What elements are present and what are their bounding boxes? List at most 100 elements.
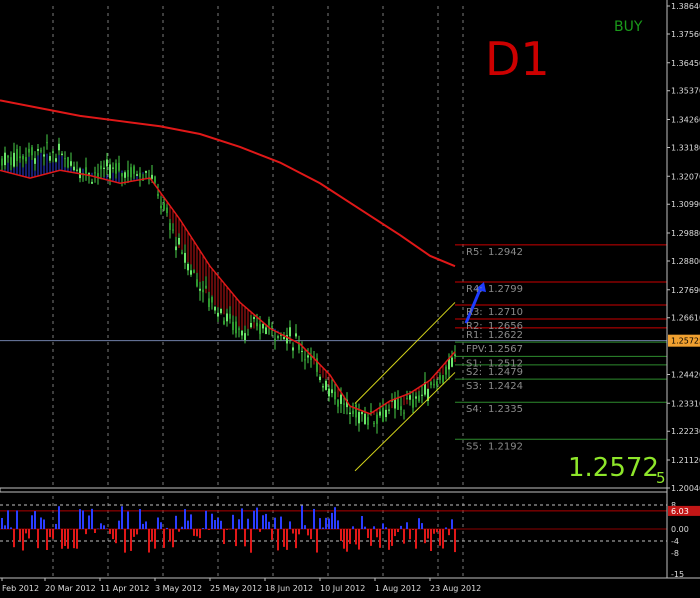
time-tick-label: 20 Mar 2012 — [45, 584, 96, 593]
time-tick-label: 18 Jun 2012 — [265, 584, 313, 593]
osc-tick-label: 0.00 — [671, 525, 689, 534]
price-tick-label: 1.35370 — [671, 87, 700, 96]
candle-body — [91, 181, 93, 184]
price-tick-label: 1.37560 — [671, 30, 700, 39]
price-tick-label: 1.28800 — [671, 257, 700, 266]
candle-body — [223, 320, 225, 325]
price-tick-label: 1.22230 — [671, 427, 700, 436]
candle-body — [118, 162, 120, 171]
pivot-label-name: FPV: — [466, 344, 487, 355]
time-tick-label: 10 Jul 2012 — [320, 584, 365, 593]
candle-body — [379, 411, 381, 416]
candle-body — [202, 289, 204, 293]
candle-body — [334, 391, 336, 400]
candle-body — [361, 411, 363, 415]
candle-body — [301, 350, 303, 352]
candle-body — [85, 167, 87, 174]
candle-body — [337, 400, 339, 407]
osc-tick-label: 6.03 — [671, 507, 689, 516]
candle-body — [421, 394, 423, 396]
time-tick-label: 23 Aug 2012 — [430, 584, 481, 593]
candle-body — [67, 157, 69, 168]
price-tick-label: 1.26610 — [671, 314, 700, 323]
candle-body — [151, 174, 153, 179]
candle-body — [163, 202, 165, 210]
candle-body — [268, 319, 270, 325]
candle-body — [274, 338, 276, 341]
candle-body — [109, 164, 111, 179]
candle-body — [94, 172, 96, 174]
candle-body — [178, 237, 180, 245]
candle-body — [193, 270, 195, 273]
candle-body — [442, 375, 444, 383]
candle-body — [115, 163, 117, 174]
candle-body — [271, 326, 273, 328]
candle-body — [451, 357, 453, 367]
candle-body — [37, 149, 39, 151]
candle-body — [154, 176, 156, 183]
candle-body — [22, 156, 24, 160]
candle-body — [220, 308, 222, 314]
candle-body — [385, 409, 387, 418]
candle-body — [40, 150, 42, 152]
candle-body — [217, 312, 219, 317]
candle-body — [64, 158, 66, 160]
time-tick-label: Feb 2012 — [2, 584, 39, 593]
candle-body — [73, 166, 75, 171]
candle-body — [130, 167, 132, 178]
candle-body — [169, 223, 171, 230]
candle-body — [88, 173, 90, 175]
candle-body — [247, 334, 249, 336]
candle-body — [55, 158, 57, 162]
candle-body — [454, 354, 456, 356]
pivot-label-value: 1.2424 — [488, 381, 523, 392]
pivot-label-name: S4: — [466, 404, 482, 415]
candle-body — [241, 330, 243, 336]
price-tick-label: 1.24420 — [671, 370, 700, 379]
pivot-label-name: S2: — [466, 367, 482, 378]
price-tick-label: 1.23310 — [671, 399, 700, 408]
pane-separator — [0, 487, 668, 493]
candle-body — [43, 154, 45, 157]
candle-body — [400, 406, 402, 410]
candle-body — [283, 336, 285, 340]
candle-body — [328, 388, 330, 397]
candle-body — [61, 153, 63, 156]
timeframe-label: D1 — [485, 32, 550, 86]
candle-body — [49, 156, 51, 161]
signal-label: BUY — [614, 19, 643, 35]
candle-body — [319, 376, 321, 381]
pivot-label-value: 1.2942 — [488, 247, 523, 258]
candle-body — [214, 306, 216, 311]
candle-body — [343, 403, 345, 405]
candle-body — [19, 156, 21, 159]
time-tick-label: 25 May 2012 — [210, 584, 262, 593]
candle-body — [409, 395, 411, 400]
candle-body — [397, 398, 399, 410]
candle-body — [244, 333, 246, 341]
candle-body — [325, 380, 327, 390]
candle-body — [250, 322, 252, 328]
candle-body — [373, 422, 375, 424]
pivot-label-value: 1.2710 — [488, 307, 523, 318]
current-price-tag: 1.25725 — [671, 337, 700, 346]
candle-body — [289, 327, 291, 337]
candle-body — [418, 395, 420, 402]
price-chart: R5: 1.2942R4: 1.2799R3: 1.2710R2: 1.2656R1: 1… — [0, 0, 700, 594]
time-tick-label: 3 May 2012 — [155, 584, 202, 593]
candle-body — [28, 148, 30, 153]
time-tick-label: 11 Apr 2012 — [100, 584, 149, 593]
current-price-small-digit: 5 — [656, 469, 666, 487]
pivot-label-name: R1: — [466, 330, 483, 341]
candle-body — [322, 386, 324, 388]
candle-body — [439, 375, 441, 380]
candle-body — [265, 327, 267, 335]
pivot-label-name: S3: — [466, 381, 482, 392]
price-tick-label: 1.36450 — [671, 59, 700, 68]
candle-body — [160, 205, 162, 209]
candle-body — [7, 155, 9, 158]
time-tick-label: 1 Aug 2012 — [375, 584, 421, 593]
price-tick-label: 1.29880 — [671, 229, 700, 238]
candle-body — [412, 399, 414, 408]
candle-body — [349, 412, 351, 415]
